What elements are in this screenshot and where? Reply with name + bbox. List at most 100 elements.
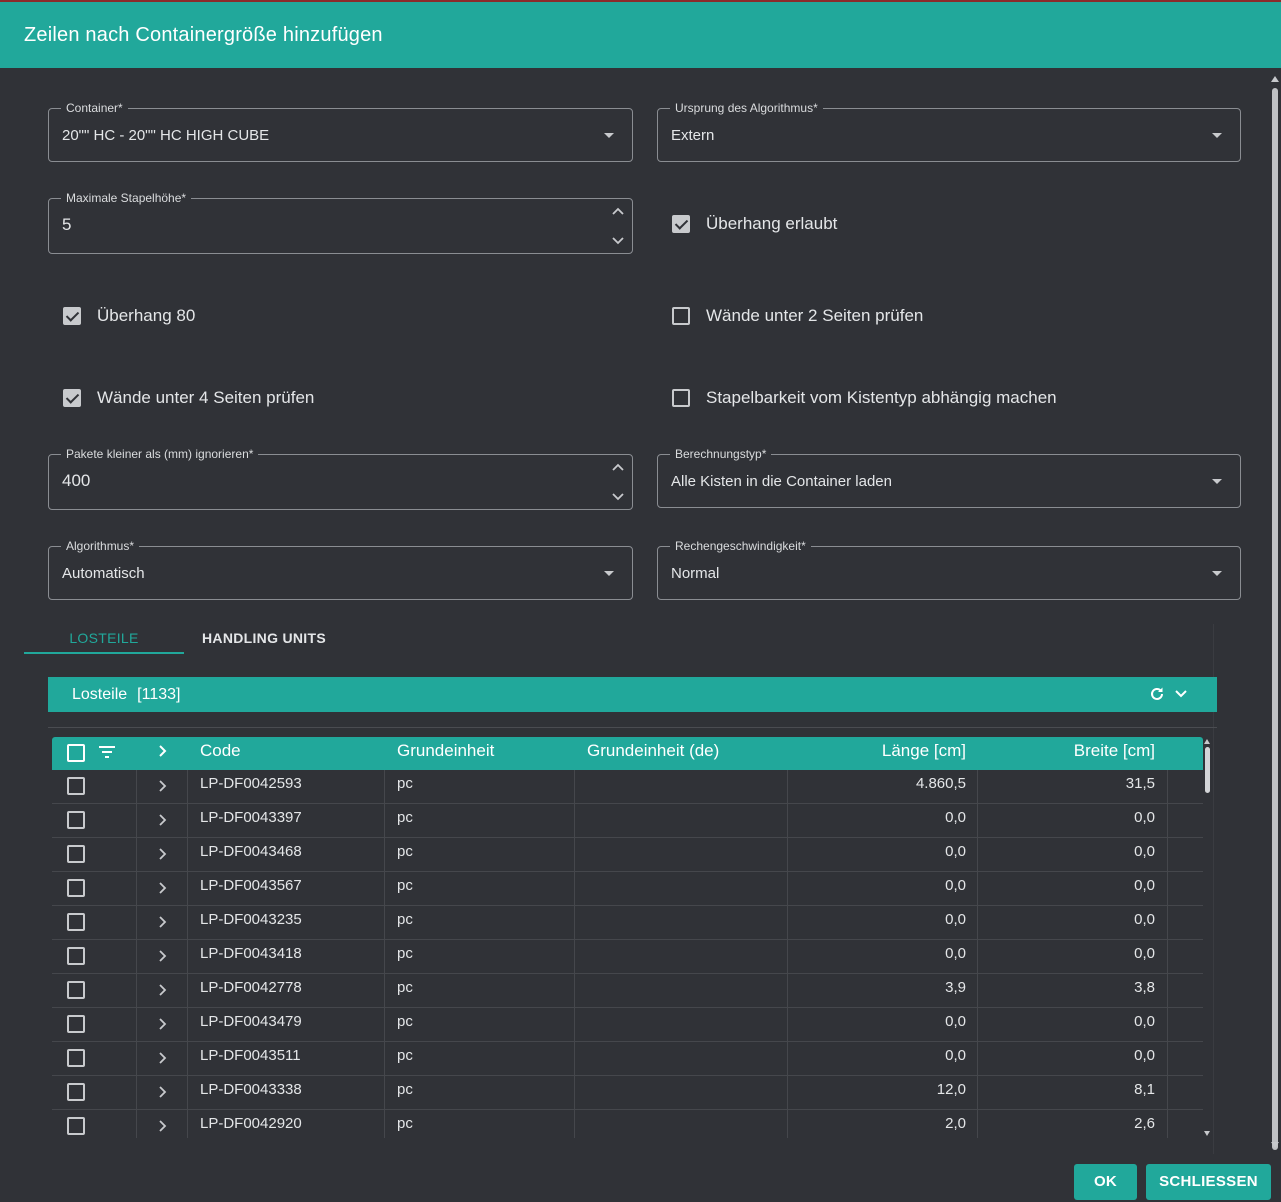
column-divider: [574, 1110, 575, 1138]
algorithm-select[interactable]: Algorithmus* Automatisch: [48, 538, 633, 600]
dropdown-arrow-icon[interactable]: [1212, 479, 1222, 484]
chevron-right-icon[interactable]: [157, 1051, 167, 1065]
algorithm-origin-select[interactable]: Ursprung des Algorithmus* Extern: [657, 100, 1241, 162]
dropdown-arrow-icon[interactable]: [604, 133, 614, 138]
ignore-small-packages-input[interactable]: Pakete kleiner als (mm) ignorieren* 400: [48, 446, 633, 510]
chevron-down-icon[interactable]: [1173, 686, 1189, 702]
cell-grundeinheit: pc: [397, 1115, 413, 1132]
scroll-up-icon[interactable]: [1271, 76, 1279, 82]
table-row[interactable]: LP-DF0042593 pc 4.860,5 31,5: [52, 770, 1203, 804]
scroll-down-icon[interactable]: [1271, 1142, 1279, 1148]
column-divider: [187, 940, 188, 974]
row-checkbox[interactable]: [67, 913, 85, 931]
overhang-allowed-checkbox[interactable]: Überhang erlaubt: [672, 213, 837, 235]
cell-code: LP-DF0042778: [200, 979, 302, 996]
table-row[interactable]: LP-DF0043235 pc 0,0 0,0: [52, 906, 1203, 940]
chevron-right-icon[interactable]: [157, 1085, 167, 1099]
cell-code: LP-DF0043567: [200, 877, 302, 894]
column-header-grundeinheit[interactable]: Grundeinheit: [397, 737, 494, 770]
chevron-right-icon[interactable]: [157, 813, 167, 827]
column-divider: [1167, 804, 1168, 838]
column-header-grundeinheit-de[interactable]: Grundeinheit (de): [587, 737, 719, 770]
table-row[interactable]: LP-DF0043479 pc 0,0 0,0: [52, 1008, 1203, 1042]
column-header-laenge[interactable]: Länge [cm]: [788, 737, 966, 770]
chevron-right-icon[interactable]: [157, 949, 167, 963]
container-select[interactable]: Container* 20"" HC - 20"" HC HIGH CUBE: [48, 100, 633, 162]
table-row[interactable]: LP-DF0043567 pc 0,0 0,0: [52, 872, 1203, 906]
expand-all-icon[interactable]: [157, 744, 167, 758]
table-row[interactable]: LP-DF0043511 pc 0,0 0,0: [52, 1042, 1203, 1076]
ignore-small-packages-value: 400: [62, 471, 91, 490]
table-row[interactable]: LP-DF0043418 pc 0,0 0,0: [52, 940, 1203, 974]
chevron-right-icon[interactable]: [157, 881, 167, 895]
calculation-speed-select[interactable]: Rechengeschwindigkeit* Normal: [657, 538, 1241, 600]
row-checkbox[interactable]: [67, 777, 85, 795]
chevron-right-icon[interactable]: [157, 1017, 167, 1031]
ok-button[interactable]: OK: [1074, 1164, 1137, 1200]
scrollbar-thumb[interactable]: [1272, 88, 1278, 1150]
row-checkbox[interactable]: [67, 1049, 85, 1067]
cell-code: LP-DF0043511: [200, 1047, 301, 1064]
cell-grundeinheit: pc: [397, 775, 413, 792]
cell-code: LP-DF0043397: [200, 809, 302, 826]
table-row[interactable]: LP-DF0042778 pc 3,9 3,8: [52, 974, 1203, 1008]
scroll-down-icon[interactable]: [1204, 1131, 1210, 1136]
container-value: 20"" HC - 20"" HC HIGH CUBE: [62, 127, 270, 144]
table-row[interactable]: LP-DF0043468 pc 0,0 0,0: [52, 838, 1203, 872]
table-scrollbar[interactable]: [1203, 737, 1213, 1138]
max-stack-height-input[interactable]: Maximale Stapelhöhe* 5: [48, 190, 633, 254]
table-row[interactable]: LP-DF0042920 pc 2,0 2,6: [52, 1110, 1203, 1138]
tab-handling-units[interactable]: HANDLING UNITS: [184, 624, 344, 654]
chevron-right-icon[interactable]: [157, 983, 167, 997]
refresh-icon[interactable]: [1149, 686, 1165, 702]
chevron-right-icon[interactable]: [157, 779, 167, 793]
checkbox-icon[interactable]: [672, 215, 690, 233]
row-checkbox[interactable]: [67, 1117, 85, 1135]
row-checkbox[interactable]: [67, 947, 85, 965]
row-checkbox[interactable]: [67, 1015, 85, 1033]
dialog-scrollbar[interactable]: [1269, 68, 1281, 1152]
checkbox-icon[interactable]: [63, 389, 81, 407]
column-header-breite[interactable]: Breite [cm]: [978, 737, 1155, 770]
row-checkbox[interactable]: [67, 811, 85, 829]
column-header-code[interactable]: Code: [200, 737, 241, 770]
row-checkbox[interactable]: [67, 981, 85, 999]
grid-divider: [48, 727, 1217, 728]
checkbox-icon[interactable]: [672, 307, 690, 325]
table-row[interactable]: LP-DF0043338 pc 12,0 8,1: [52, 1076, 1203, 1110]
dropdown-arrow-icon[interactable]: [604, 571, 614, 576]
number-spinner[interactable]: [610, 203, 626, 249]
cell-code: LP-DF0042920: [200, 1115, 302, 1132]
calculation-type-select[interactable]: Berechnungstyp* Alle Kisten in die Conta…: [657, 446, 1241, 508]
chevron-right-icon[interactable]: [157, 1119, 167, 1133]
column-divider: [136, 940, 137, 974]
table-row[interactable]: LP-DF0043397 pc 0,0 0,0: [52, 804, 1203, 838]
select-all-checkbox[interactable]: [67, 744, 85, 762]
chevron-right-icon[interactable]: [157, 847, 167, 861]
scrollbar-thumb[interactable]: [1205, 747, 1210, 793]
dropdown-arrow-icon[interactable]: [1212, 571, 1222, 576]
cell-laenge: 0,0: [945, 1013, 966, 1030]
cell-grundeinheit: pc: [397, 843, 413, 860]
row-checkbox[interactable]: [67, 1083, 85, 1101]
dropdown-arrow-icon[interactable]: [1212, 133, 1222, 138]
overhang-80-checkbox[interactable]: Überhang 80: [63, 305, 195, 327]
number-spinner[interactable]: [610, 459, 626, 505]
tab-losteile[interactable]: LOSTEILE: [24, 624, 184, 654]
checkbox-icon[interactable]: [63, 307, 81, 325]
stackability-box-type-checkbox[interactable]: Stapelbarkeit vom Kistentyp abhängig mac…: [672, 387, 1057, 409]
max-stack-height-value: 5: [62, 215, 72, 234]
chevron-right-icon[interactable]: [157, 915, 167, 929]
walls-4-sides-label: Wände unter 4 Seiten prüfen: [97, 388, 315, 407]
row-checkbox[interactable]: [67, 879, 85, 897]
close-button[interactable]: SCHLIESSEN: [1146, 1164, 1271, 1200]
walls-2-sides-checkbox[interactable]: Wände unter 2 Seiten prüfen: [672, 305, 923, 327]
walls-4-sides-checkbox[interactable]: Wände unter 4 Seiten prüfen: [63, 387, 314, 409]
spinner-up-icon: [612, 463, 624, 471]
filter-icon[interactable]: [98, 745, 116, 759]
scroll-up-icon[interactable]: [1204, 739, 1210, 744]
checkbox-icon[interactable]: [672, 389, 690, 407]
column-divider: [574, 906, 575, 940]
row-checkbox[interactable]: [67, 845, 85, 863]
cell-laenge: 3,9: [945, 979, 966, 996]
